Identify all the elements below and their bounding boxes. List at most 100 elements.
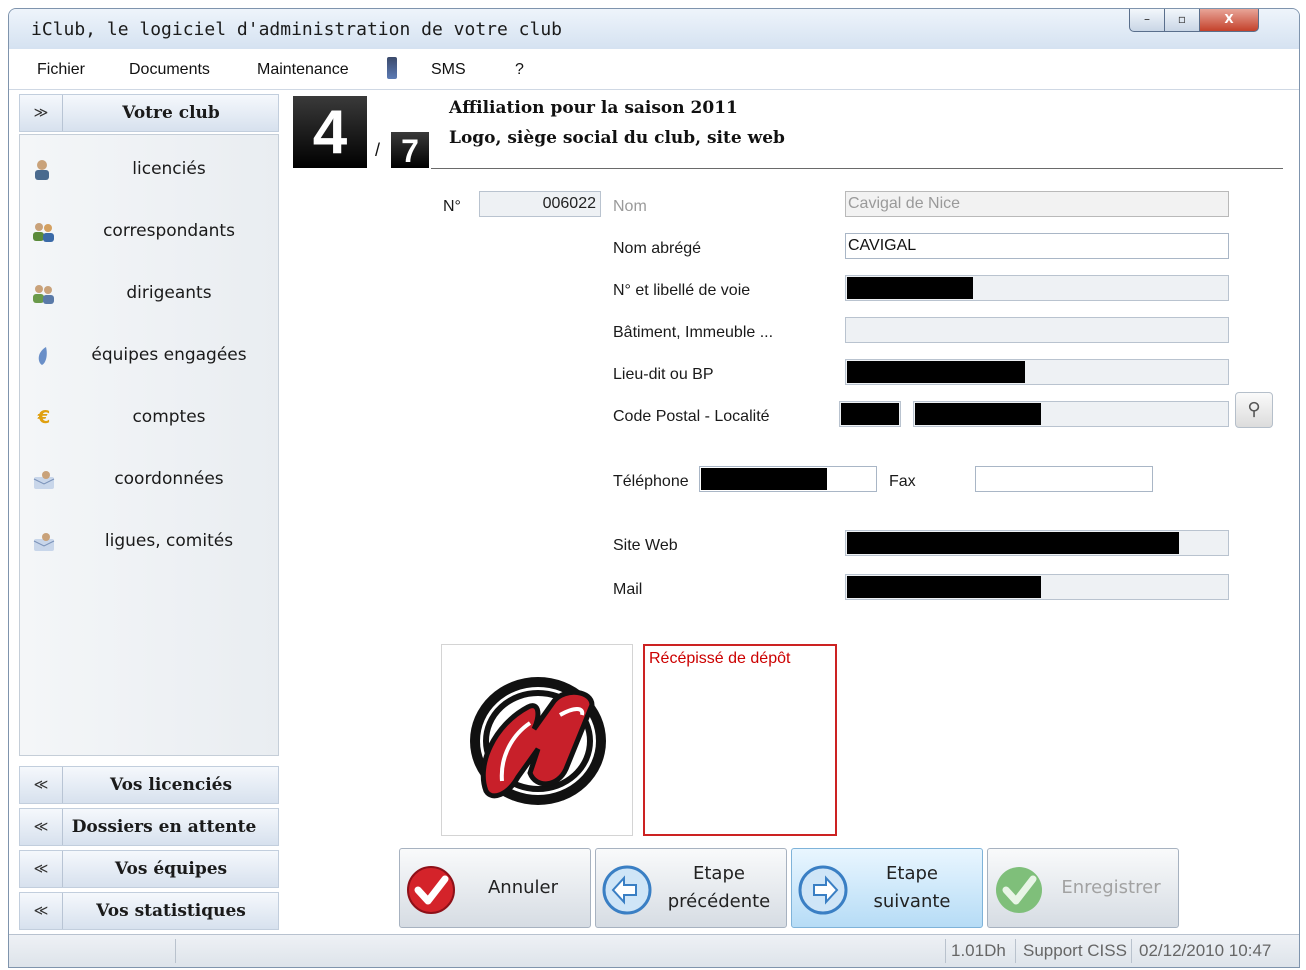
status-separator xyxy=(1015,939,1016,963)
status-separator xyxy=(1131,939,1132,963)
numero-label: N° xyxy=(443,198,461,215)
maximize-button[interactable]: ▫ xyxy=(1164,9,1200,32)
sidebar-item-equipes[interactable]: équipes engagées xyxy=(20,333,278,381)
enregistrer-button[interactable]: Enregistrer xyxy=(987,848,1179,928)
menu-fichier[interactable]: Fichier xyxy=(37,61,85,79)
person-icon xyxy=(32,159,56,181)
sidebar-menu: licenciés correspondants dirigeants équi… xyxy=(19,134,279,756)
etape-precedente-line1: Etape xyxy=(693,863,745,884)
code-postal-field[interactable] xyxy=(839,401,901,427)
page-subtitle: Logo, siège social du club, site web xyxy=(449,128,785,148)
sidebar-item-dirigeants[interactable]: dirigeants xyxy=(20,271,278,319)
batiment-label: Bâtiment, Immeuble ... xyxy=(613,324,774,341)
panel-dossiers-en-attente[interactable]: ≪ Dossiers en attente xyxy=(19,808,279,846)
expand-chevron-icon[interactable]: ≪ xyxy=(20,767,63,803)
localite-field[interactable] xyxy=(913,401,1229,427)
annuler-button[interactable]: Annuler xyxy=(399,848,591,928)
sidebar-item-comptes[interactable]: € comptes xyxy=(20,395,278,443)
recepisse-box[interactable]: Récépissé de dépôt xyxy=(643,644,837,836)
status-left-panel xyxy=(17,939,176,963)
nom-field: Cavigal de Nice xyxy=(845,191,1229,217)
panel-title: Vos licenciés xyxy=(109,775,233,795)
close-button[interactable]: X xyxy=(1199,9,1259,32)
etape-precedente-button[interactable]: Etape précédente xyxy=(595,848,787,928)
step-current: 4 xyxy=(293,96,367,168)
menu-maintenance[interactable]: Maintenance xyxy=(257,61,349,79)
panel-title: Vos équipes xyxy=(114,859,228,879)
panel-title: Vos statistiques xyxy=(96,901,246,921)
minimize-button[interactable]: – xyxy=(1129,9,1165,32)
club-logo[interactable] xyxy=(441,644,633,836)
expand-chevron-icon[interactable]: ≪ xyxy=(20,851,63,887)
voie-field[interactable] xyxy=(845,275,1229,301)
batiment-field[interactable] xyxy=(845,317,1229,343)
panel-title: Votre club xyxy=(122,103,220,123)
menu-sms[interactable]: SMS xyxy=(431,61,466,79)
mail-label: Mail xyxy=(613,581,643,598)
sidebar-item-correspondants[interactable]: correspondants xyxy=(20,209,278,257)
app-window: iClub, le logiciel d'administration de v… xyxy=(8,8,1300,968)
menu-documents[interactable]: Documents xyxy=(129,61,210,79)
mail-field[interactable] xyxy=(845,574,1229,600)
check-green-icon xyxy=(996,867,1042,913)
window-title: iClub, le logiciel d'administration de v… xyxy=(31,19,563,40)
annuler-label: Annuler xyxy=(487,877,558,898)
panel-vos-licencies[interactable]: ≪ Vos licenciés xyxy=(19,766,279,804)
site-web-label: Site Web xyxy=(613,537,678,554)
code-postal-label: Code Postal - Localité xyxy=(613,408,770,425)
expand-chevron-icon[interactable]: ≪ xyxy=(20,893,63,929)
sidebar-item-ligues[interactable]: ligues, comités xyxy=(20,519,278,567)
people-icon xyxy=(32,221,56,243)
redacted-block xyxy=(847,361,1025,383)
status-support: Support CISS xyxy=(1023,941,1127,960)
nom-abrege-field[interactable]: CAVIGAL xyxy=(845,233,1229,259)
sidebar-item-coordonnees[interactable]: coordonnées xyxy=(20,457,278,505)
panel-vos-equipes[interactable]: ≪ Vos équipes xyxy=(19,850,279,888)
address-card-icon xyxy=(32,469,56,491)
voie-label: N° et libellé de voie xyxy=(613,282,751,299)
check-red-icon xyxy=(407,866,455,914)
recepisse-label: Récépissé de dépôt xyxy=(649,650,791,667)
sidebar: ≫ Votre club licenciés correspondants di… xyxy=(19,94,279,932)
club-logo-image xyxy=(470,677,606,805)
status-bar: 1.01Dh Support CISS 02/12/2010 10:47 xyxy=(9,934,1299,967)
step-total: 7 xyxy=(391,132,429,169)
lieu-dit-field[interactable] xyxy=(845,359,1229,385)
sidebar-item-label: licenciés xyxy=(132,159,206,179)
telephone-label: Téléphone xyxy=(613,473,689,490)
sidebar-item-licencies[interactable]: licenciés xyxy=(20,147,278,195)
phone-icon xyxy=(387,57,397,79)
search-locality-button[interactable]: ⚲ xyxy=(1235,392,1273,428)
etape-suivante-label: Etape suivante xyxy=(873,863,951,912)
fax-label: Fax xyxy=(889,473,916,490)
nom-abrege-label: Nom abrégé xyxy=(613,240,702,257)
menu-help[interactable]: ? xyxy=(515,61,524,79)
arrow-left-icon xyxy=(602,865,652,915)
sidebar-item-label: coordonnées xyxy=(114,469,224,489)
team-icon xyxy=(32,345,56,367)
panel-votre-club[interactable]: ≫ Votre club xyxy=(19,94,279,132)
redacted-block xyxy=(701,468,827,490)
collapse-chevron-icon[interactable]: ≫ xyxy=(20,95,63,131)
status-separator xyxy=(945,939,946,963)
redacted-block xyxy=(915,403,1041,425)
etape-precedente-line2: précédente xyxy=(667,891,771,912)
panel-vos-statistiques[interactable]: ≪ Vos statistiques xyxy=(19,892,279,930)
title-bar: iClub, le logiciel d'administration de v… xyxy=(9,9,1299,49)
telephone-field[interactable] xyxy=(699,466,877,492)
site-web-field[interactable] xyxy=(845,530,1229,556)
sidebar-item-label: ligues, comités xyxy=(104,531,234,551)
etape-suivante-button[interactable]: Etape suivante xyxy=(791,848,983,928)
status-datetime: 02/12/2010 10:47 xyxy=(1139,941,1272,960)
redacted-block xyxy=(841,403,899,425)
fax-field[interactable] xyxy=(975,466,1153,492)
redacted-block xyxy=(847,532,1179,554)
redacted-block xyxy=(847,277,973,299)
panel-title: Dossiers en attente xyxy=(71,817,257,837)
sidebar-item-label: dirigeants xyxy=(126,283,212,303)
redacted-block xyxy=(847,576,1041,598)
header-divider xyxy=(431,168,1283,169)
client-area: ≫ Votre club licenciés correspondants di… xyxy=(9,90,1299,934)
leaders-icon xyxy=(32,283,56,305)
euro-icon: € xyxy=(37,407,51,428)
